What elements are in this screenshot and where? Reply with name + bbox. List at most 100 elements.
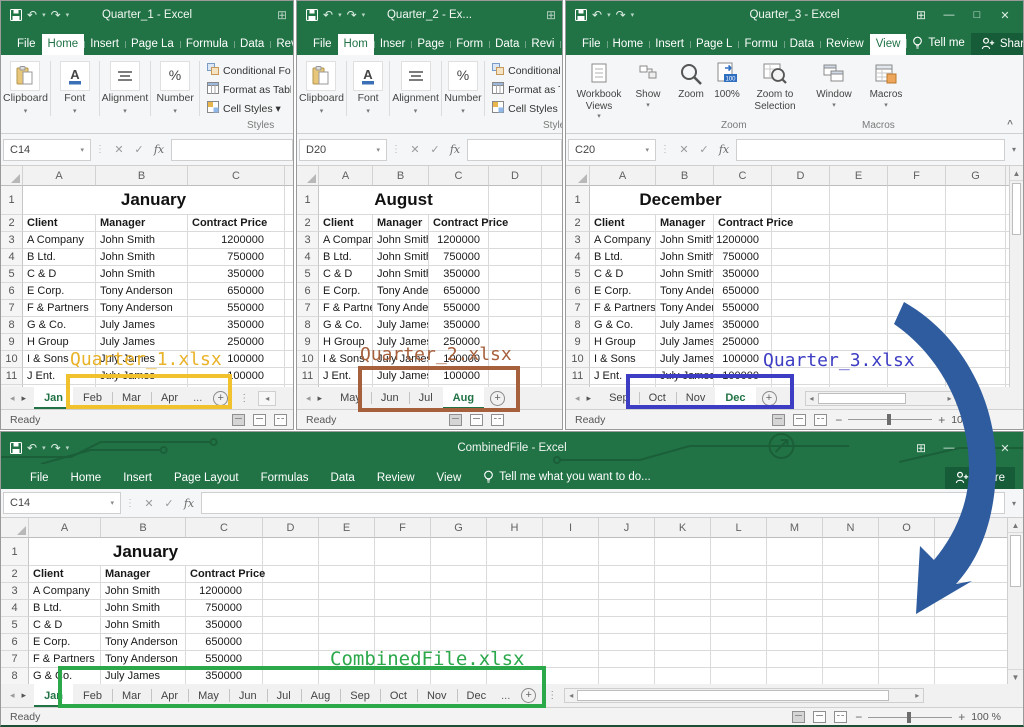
manager-cell[interactable]: John Smith xyxy=(96,266,188,283)
empty-cell[interactable] xyxy=(263,634,319,651)
client-cell[interactable]: B Ltd. xyxy=(29,600,101,617)
ribbon-tab-inser[interactable]: Inser xyxy=(374,34,412,55)
scroll-sheets-left-icon[interactable]: ◂ xyxy=(10,393,15,404)
name-box[interactable]: C14▾ xyxy=(3,139,91,161)
empty-cell[interactable] xyxy=(599,583,655,600)
empty-cell[interactable] xyxy=(946,215,1006,232)
empty-cell[interactable] xyxy=(599,634,655,651)
share-button[interactable]: Share xyxy=(945,467,1015,489)
empty-cell[interactable] xyxy=(935,651,1009,668)
insert-function-button[interactable]: fx xyxy=(149,143,169,156)
name-box[interactable]: C20▾ xyxy=(568,139,656,161)
ribbon-tab-page-layout[interactable]: Page Layout xyxy=(163,468,250,489)
scroll-right-icon[interactable]: ▸ xyxy=(911,691,923,700)
expand-formula-bar-button[interactable]: ▾ xyxy=(1005,499,1023,508)
price-cell[interactable]: 350000 xyxy=(186,668,263,684)
empty-cell[interactable] xyxy=(655,617,711,634)
price-cell[interactable]: 350000 xyxy=(714,266,772,283)
column-header-a[interactable]: A xyxy=(319,166,373,186)
expand-formula-bar-button[interactable]: ▾ xyxy=(1005,145,1023,154)
price-cell[interactable]: 250000 xyxy=(188,334,285,351)
scroll-up-button[interactable]: ▲ xyxy=(1008,518,1023,533)
sheet-tab-sep[interactable]: Sep xyxy=(599,387,639,409)
scroll-sheets-left-icon[interactable]: ◂ xyxy=(575,393,580,404)
client-cell[interactable]: A Company xyxy=(29,583,101,600)
name-box[interactable]: D20▾ xyxy=(299,139,387,161)
sheet-tab-nov[interactable]: Nov xyxy=(676,387,716,409)
save-icon[interactable] xyxy=(10,442,22,454)
empty-cell[interactable] xyxy=(879,617,935,634)
sheet-tab-may[interactable]: May xyxy=(330,387,371,409)
empty-cell[interactable] xyxy=(487,583,543,600)
undo-button[interactable]: ↶ xyxy=(592,8,602,22)
cancel-button[interactable]: ✕ xyxy=(139,497,159,510)
save-icon[interactable] xyxy=(306,9,318,21)
empty-cell[interactable] xyxy=(375,538,431,566)
maximize-button[interactable]: □ xyxy=(963,9,991,21)
empty-cell[interactable] xyxy=(599,538,655,566)
sheet-tab-dec[interactable]: Dec xyxy=(457,684,497,707)
row-number[interactable]: 2 xyxy=(1,566,29,583)
price-cell[interactable]: 100000 xyxy=(714,351,772,368)
manager-cell[interactable]: John Smith xyxy=(101,600,186,617)
column-header-n[interactable]: N xyxy=(823,518,879,538)
empty-cell[interactable] xyxy=(830,266,888,283)
price-cell[interactable]: 750000 xyxy=(429,249,489,266)
empty-cell[interactable] xyxy=(431,538,487,566)
table-header-cell[interactable]: Client xyxy=(29,566,101,583)
empty-cell[interactable] xyxy=(543,651,599,668)
client-cell[interactable]: B Ltd. xyxy=(590,249,656,266)
empty-cell[interactable] xyxy=(285,351,293,368)
empty-cell[interactable] xyxy=(888,266,946,283)
row-number[interactable]: 6 xyxy=(1,283,23,300)
empty-cell[interactable] xyxy=(879,668,935,684)
chevron-down-icon[interactable]: ▾ xyxy=(80,146,84,154)
client-cell[interactable]: F & Partners xyxy=(590,300,656,317)
ribbon-tab-formulas[interactable]: Formulas xyxy=(250,468,320,489)
formula-input[interactable] xyxy=(171,139,293,161)
empty-cell[interactable] xyxy=(711,566,767,583)
price-cell[interactable]: 350000 xyxy=(188,266,285,283)
select-all-button[interactable] xyxy=(566,166,590,186)
enter-button[interactable]: ✓ xyxy=(159,497,179,510)
manager-cell[interactable]: Tony Anderson xyxy=(373,300,429,317)
empty-cell[interactable] xyxy=(542,317,562,334)
empty-cell[interactable] xyxy=(599,600,655,617)
empty-cell[interactable] xyxy=(487,617,543,634)
column-header-j[interactable]: J xyxy=(599,518,655,538)
empty-cell[interactable] xyxy=(711,651,767,668)
horizontal-scrollbar-stub[interactable]: ◂ xyxy=(258,391,276,406)
manager-cell[interactable]: Tony Anderson xyxy=(656,300,714,317)
empty-cell[interactable] xyxy=(543,634,599,651)
price-cell[interactable]: 650000 xyxy=(429,283,489,300)
empty-cell[interactable] xyxy=(711,617,767,634)
price-cell[interactable]: 650000 xyxy=(188,283,285,300)
empty-cell[interactable] xyxy=(489,368,542,385)
price-cell[interactable]: 250000 xyxy=(429,334,489,351)
ribbon-tab-home[interactable]: Home xyxy=(42,34,85,55)
empty-cell[interactable] xyxy=(946,368,1006,385)
empty-cell[interactable] xyxy=(711,634,767,651)
empty-cell[interactable] xyxy=(655,538,711,566)
client-cell[interactable]: E Corp. xyxy=(29,634,101,651)
empty-cell[interactable] xyxy=(263,617,319,634)
undo-button[interactable]: ↶ xyxy=(27,441,37,455)
empty-cell[interactable] xyxy=(285,317,293,334)
empty-cell[interactable] xyxy=(489,186,542,215)
page-break-view-button[interactable] xyxy=(814,414,827,426)
client-cell[interactable]: A Company xyxy=(23,232,96,249)
empty-cell[interactable] xyxy=(543,600,599,617)
ribbon-tab-insert[interactable]: Insert xyxy=(84,34,125,55)
zoom-slider-thumb[interactable] xyxy=(887,414,891,425)
empty-cell[interactable] xyxy=(879,566,935,583)
insert-function-button[interactable]: fx xyxy=(714,143,734,156)
client-cell[interactable]: B Ltd. xyxy=(23,249,96,266)
sheet-tab-oct[interactable]: Oct xyxy=(380,684,417,707)
client-cell[interactable]: G & Co. xyxy=(590,317,656,334)
page-layout-view-button[interactable] xyxy=(793,414,806,426)
row-number[interactable]: 5 xyxy=(1,266,23,283)
chevron-down-icon[interactable]: ▾ xyxy=(607,11,611,19)
column-header-e[interactable]: E xyxy=(830,166,888,186)
empty-cell[interactable] xyxy=(823,668,879,684)
row-number[interactable]: 7 xyxy=(1,300,23,317)
